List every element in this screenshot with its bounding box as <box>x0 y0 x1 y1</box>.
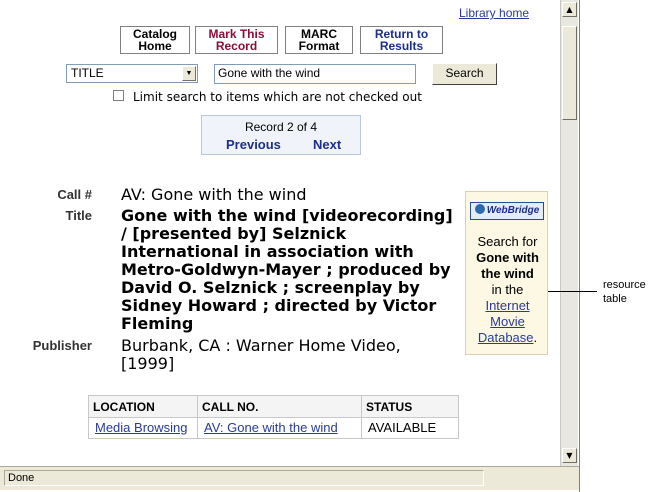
holdings-table: LOCATION CALL NO. STATUS Media Browsing … <box>88 395 459 439</box>
limit-available-label: Limit search to items which are not chec… <box>133 90 422 104</box>
return-to-results-button[interactable]: Return to Results <box>360 26 443 54</box>
status-cell: AVAILABLE <box>361 417 459 439</box>
mark-record-button[interactable]: Mark This Record <box>195 26 278 54</box>
webbridge-in-the: in the <box>491 282 524 297</box>
record-count: Record 2 of 4 <box>244 120 318 134</box>
vertical-scrollbar[interactable]: ▲ ▼ <box>560 0 578 466</box>
globe-icon <box>474 204 485 215</box>
webbridge-search-for: Search for <box>477 234 538 249</box>
search-input[interactable]: Gone with the wind <box>214 64 416 84</box>
title-value: Gone with the wind [videorecording] / [p… <box>121 206 453 333</box>
publisher-value: Burbank, CA : Warner Home Video, [1999] <box>121 336 401 373</box>
call-no-link[interactable]: AV: Gone with the wind <box>204 420 338 435</box>
webbridge-text: Search for Gone with the wind in the Int… <box>468 234 547 346</box>
webbridge-resource-table: WebBridge Search for Gone with the wind … <box>465 191 548 355</box>
holdings-header-row: LOCATION CALL NO. STATUS <box>88 395 459 418</box>
call-number-value: AV: Gone with the wind <box>121 185 307 204</box>
location-header: LOCATION <box>88 395 198 418</box>
title-label: Title <box>65 208 93 223</box>
callout-label: resource table <box>603 279 646 305</box>
webbridge-query: Gone with the wind <box>476 250 539 281</box>
status-text: Done <box>4 470 484 486</box>
limit-available-checkbox[interactable] <box>113 90 124 101</box>
search-button[interactable]: Search <box>432 63 497 85</box>
scroll-up-icon[interactable]: ▲ <box>562 2 577 17</box>
library-home-link[interactable]: Library home <box>459 6 529 20</box>
webbridge-period: . <box>533 330 538 345</box>
webbridge-logo-text: WebBridge <box>486 205 540 216</box>
status-header: STATUS <box>361 395 459 418</box>
dropdown-arrow-icon[interactable]: ▼ <box>182 66 196 81</box>
scrollbar-thumb[interactable] <box>562 26 577 120</box>
location-cell: Media Browsing <box>88 417 198 439</box>
table-row: Media Browsing AV: Gone with the wind AV… <box>88 417 459 439</box>
publisher-label: Publisher <box>32 338 92 353</box>
record-navigation: Record 2 of 4 Previous Next <box>201 115 361 155</box>
webbridge-logo[interactable]: WebBridge <box>470 202 544 220</box>
call-no-cell: AV: Gone with the wind <box>197 417 362 439</box>
browser-content: Library home Catalog Home Mark This Reco… <box>0 0 560 466</box>
search-field-value: TITLE <box>71 66 104 80</box>
previous-record-link[interactable]: Previous <box>226 137 281 152</box>
window-edge <box>579 0 580 492</box>
catalog-home-button[interactable]: Catalog Home <box>120 26 190 54</box>
status-bar: Done <box>0 466 580 490</box>
scroll-down-icon[interactable]: ▼ <box>562 448 577 463</box>
next-record-link[interactable]: Next <box>313 137 341 152</box>
callout-line <box>548 291 597 292</box>
search-field-select[interactable]: TITLE ▼ <box>66 64 198 83</box>
marc-format-button[interactable]: MARC Format <box>285 26 353 54</box>
location-link[interactable]: Media Browsing <box>95 420 188 435</box>
imdb-link[interactable]: Internet Movie Database <box>478 298 534 345</box>
call-number-label: Call # <box>57 187 92 202</box>
call-no-header: CALL NO. <box>197 395 362 418</box>
